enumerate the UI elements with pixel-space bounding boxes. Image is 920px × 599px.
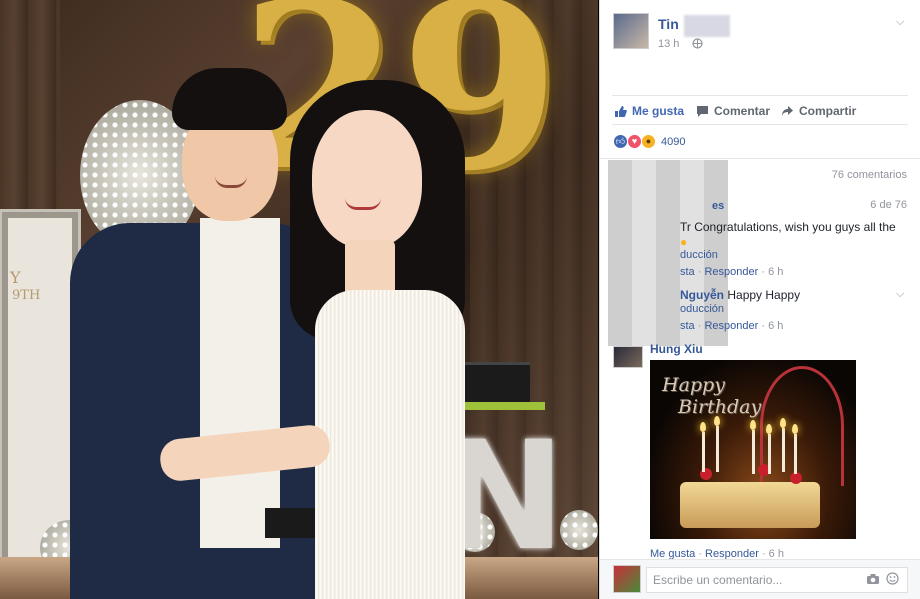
like-reaction-icon[interactable]: 👍︎ — [613, 134, 628, 149]
translate-link[interactable]: oducción — [680, 303, 724, 315]
man-shirt — [200, 218, 280, 548]
comment-reply-link[interactable]: Responder — [704, 320, 758, 332]
comment-reply-link[interactable]: Responder — [704, 266, 758, 278]
divider — [612, 95, 908, 96]
author-avatar[interactable] — [613, 13, 649, 49]
author-name[interactable]: Tin — [658, 16, 679, 32]
comment-options-chevron[interactable]: ⌵ — [896, 288, 904, 301]
divider — [600, 158, 920, 159]
comment-icon — [697, 105, 708, 117]
flame — [750, 420, 756, 430]
love-reaction-icon[interactable]: ♥ — [627, 134, 642, 149]
share-button[interactable]: Compartir — [781, 104, 856, 118]
share-icon — [782, 105, 793, 116]
candle — [716, 426, 719, 472]
comments-count[interactable]: 76 comentarios — [832, 169, 907, 181]
table-flowers-far-right — [560, 510, 598, 550]
woman-dress — [315, 290, 465, 599]
comment: Nguyễn Happy Happy — [680, 288, 800, 303]
post-options-chevron[interactable]: ⌵ — [896, 16, 904, 29]
comment-author[interactable]: Hung Xiu — [650, 342, 703, 357]
comment-actions: sta · Responder · 6 h — [680, 320, 784, 332]
candle — [794, 434, 797, 474]
candle — [768, 434, 771, 474]
reaction-count[interactable]: 4090 — [661, 136, 685, 148]
candle — [752, 430, 755, 474]
emoji-icon[interactable] — [886, 572, 899, 585]
woman — [290, 80, 470, 599]
comment-author[interactable]: es — [712, 199, 724, 214]
post-time[interactable]: 13 h — [658, 38, 679, 50]
comment-actions: sta · Responder · 6 h — [680, 266, 784, 278]
like-label: Me gusta — [632, 104, 685, 118]
viewer-avatar — [613, 565, 641, 593]
comment-like-link[interactable]: sta — [680, 320, 695, 332]
comment-composer — [600, 559, 920, 599]
like-button[interactable]: Me gusta — [614, 104, 684, 118]
commenter-avatar[interactable] — [613, 346, 643, 368]
comment-time[interactable]: 6 h — [768, 266, 783, 278]
candle — [702, 432, 705, 472]
comments-pagination: 6 de 76 — [870, 199, 907, 211]
comment-button[interactable]: Comentar — [696, 104, 770, 118]
flame — [766, 424, 772, 434]
image-text-birthday: Birthday — [678, 396, 762, 418]
candle — [782, 428, 785, 472]
author-name-redacted — [684, 15, 730, 37]
woman-face — [312, 110, 422, 248]
flame — [780, 418, 786, 428]
flame — [714, 416, 720, 426]
man-hair — [172, 68, 287, 130]
post-photo[interactable]: 29 Y 9TH N — [0, 0, 598, 599]
emoji-icon: ● — [680, 235, 688, 249]
cake — [680, 482, 820, 528]
comment-time[interactable]: 6 h — [768, 320, 783, 332]
image-text-happy: Happy — [662, 374, 725, 396]
divider — [612, 124, 908, 125]
flame — [792, 424, 798, 434]
birthday-cake-image[interactable]: Happy Birthday — [650, 360, 856, 539]
translate-link[interactable]: ducción — [680, 249, 718, 261]
post-panel: Tin 13 h ⌵ Me gusta Comentar Compartir 👍… — [599, 0, 920, 599]
share-label: Compartir — [799, 104, 857, 118]
globe-icon — [692, 38, 703, 49]
flame — [700, 422, 706, 432]
comment-text: Happy Happy — [727, 288, 801, 302]
comment-author[interactable]: Nguyễn — [680, 288, 724, 302]
cake-basket-handle — [760, 366, 844, 486]
comment-text: Tr Congratulations, wish you guys all th… — [680, 220, 896, 234]
comment-label: Comentar — [714, 104, 771, 118]
comment-like-link[interactable]: sta — [680, 266, 695, 278]
thumbs-up-icon — [615, 105, 627, 117]
wow-reaction-icon[interactable]: ● — [641, 134, 656, 149]
camera-icon[interactable] — [866, 573, 880, 585]
